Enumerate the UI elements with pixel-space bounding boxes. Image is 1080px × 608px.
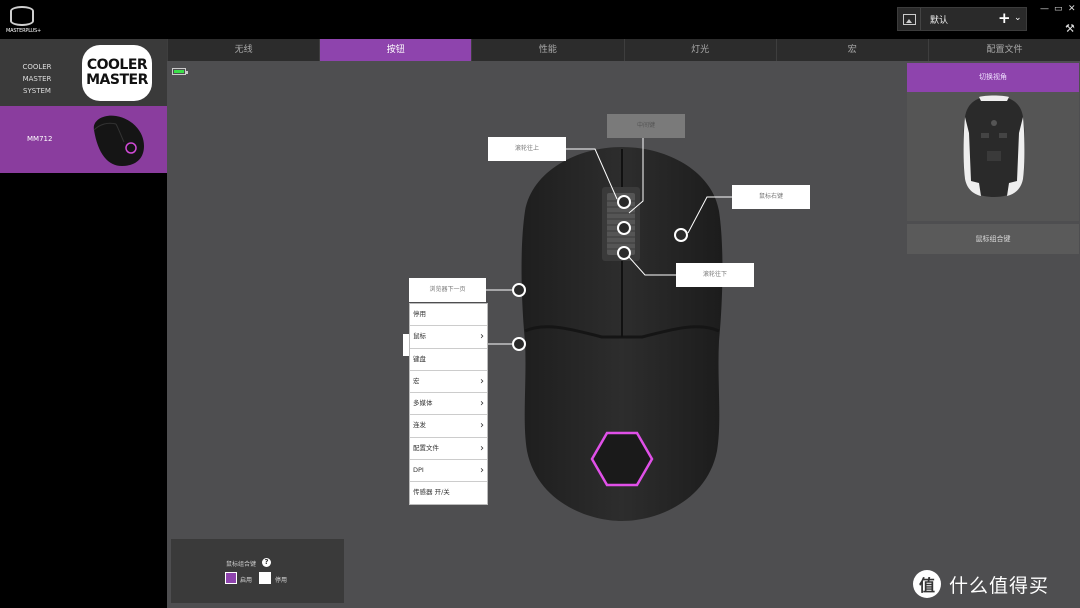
- main-canvas: 滚轮往上 中间键 鼠标右键 滚轮往下 浏览器下一页 停用 鼠标 › 键盘宏 › 多媒体 › 连…: [167, 61, 1080, 608]
- add-profile-button[interactable]: +: [998, 9, 1011, 27]
- menu-item[interactable]: 连发 ›: [410, 415, 487, 438]
- logo-text-line2: MASTER: [86, 72, 148, 88]
- masterplus-logo-icon[interactable]: MASTERPLUS+: [6, 4, 41, 36]
- top-bar: MASTERPLUS+ 默认 + ⌄ — ▭ ✕ ⚒: [0, 0, 1080, 39]
- chevron-right-icon: ›: [480, 331, 484, 343]
- system-label: COOLER MASTER SYSTEM: [12, 61, 62, 97]
- tools-icon[interactable]: ⚒: [1065, 22, 1075, 35]
- callout-scroll-down[interactable]: 滚轮往下: [676, 263, 754, 287]
- menu-item-label: 多媒体: [413, 399, 433, 408]
- menu-item[interactable]: 停用: [410, 304, 487, 327]
- tab-1[interactable]: 按钮: [319, 39, 472, 61]
- profile-selector[interactable]: 默认 + ⌄: [897, 7, 1027, 31]
- callout-right-click[interactable]: 鼠标右键: [732, 185, 810, 209]
- chevron-right-icon: ›: [480, 465, 484, 477]
- menu-item-label: 传感器 开/关: [413, 488, 450, 497]
- callout-scroll-up[interactable]: 滚轮往上: [488, 137, 566, 161]
- button-function-menu: 停用 鼠标 › 键盘宏 › 多媒体 › 连发 › 配置文件 › DPI › 传感器 开/关: [409, 303, 488, 505]
- hotspot-right-click[interactable]: [674, 228, 688, 242]
- menu-item-label: 停用: [413, 310, 426, 318]
- enable-label: 启用: [240, 577, 253, 584]
- chevron-down-icon[interactable]: ⌄: [1014, 13, 1022, 23]
- logo-text-line1: COOLER: [86, 57, 148, 73]
- menu-item[interactable]: 鼠标 ›: [410, 326, 487, 349]
- tab-3[interactable]: 灯光: [623, 39, 776, 61]
- watermark-text: 什么值得买: [949, 574, 1050, 597]
- chevron-right-icon: ›: [480, 375, 484, 387]
- cooler-master-logo: COOLER MASTER: [82, 45, 152, 101]
- chevron-right-icon: ›: [480, 398, 484, 410]
- menu-item-label: 键盘: [413, 354, 426, 363]
- restore-button[interactable]: ▭: [1054, 4, 1063, 14]
- tab-2[interactable]: 性能: [471, 39, 623, 61]
- combo-panel-title: 鼠标组合键: [226, 561, 257, 568]
- menu-item[interactable]: DPI ›: [410, 460, 487, 483]
- menu-item-label: 配置文件: [413, 443, 439, 452]
- hotspot-forward-button[interactable]: [512, 283, 526, 297]
- smzdm-logo-icon: 值: [913, 570, 941, 598]
- hotspot-scroll-up[interactable]: [617, 195, 631, 209]
- profile-name: 默认: [930, 16, 949, 26]
- image-icon: [902, 13, 916, 25]
- tab-5[interactable]: 配置文件: [927, 39, 1080, 61]
- tab-4[interactable]: 宏: [775, 39, 928, 61]
- mouse-combo-button[interactable]: 鼠标组合键: [907, 224, 1079, 254]
- hotspot-back-button[interactable]: [512, 337, 526, 351]
- close-button[interactable]: ✕: [1068, 4, 1076, 14]
- callout-middle-click[interactable]: 中间键: [607, 114, 685, 138]
- tab-0[interactable]: 无线: [167, 39, 319, 61]
- callout-browser-forward[interactable]: 浏览器下一页: [409, 278, 486, 302]
- mouse-bottom-view-image: [963, 95, 1025, 197]
- profile-image-button[interactable]: [898, 8, 921, 30]
- hotspot-middle-click[interactable]: [617, 221, 631, 235]
- system-label-line1: COOLER MASTER: [22, 63, 52, 83]
- sidebar-item-system[interactable]: COOLER MASTER SYSTEM COOLER MASTER: [0, 39, 167, 106]
- combo-key-panel: 鼠标组合键 ? 启用 停用: [171, 539, 344, 603]
- logo-label: MASTERPLUS+: [6, 28, 41, 34]
- chevron-right-icon: ›: [480, 442, 484, 454]
- menu-item[interactable]: 配置文件 ›: [410, 438, 487, 461]
- disable-label: 停用: [275, 577, 288, 584]
- device-label: MM712: [27, 135, 53, 143]
- disable-checkbox[interactable]: [259, 572, 271, 584]
- hotspot-scroll-down[interactable]: [617, 246, 631, 260]
- menu-item[interactable]: 键盘: [410, 349, 487, 371]
- menu-item[interactable]: 传感器 开/关: [410, 482, 487, 503]
- menu-item[interactable]: 宏 ›: [410, 371, 487, 394]
- minimize-button[interactable]: —: [1040, 4, 1049, 14]
- mouse-thumbnail-icon: [93, 115, 144, 166]
- sidebar-item-mm712[interactable]: MM712: [0, 106, 167, 173]
- menu-item[interactable]: 多媒体 ›: [410, 393, 487, 416]
- help-icon[interactable]: ?: [262, 558, 271, 567]
- system-label-line2: SYSTEM: [23, 87, 51, 95]
- menu-item-label: 鼠标: [413, 332, 426, 341]
- enable-checkbox[interactable]: [225, 572, 237, 584]
- switch-view-button[interactable]: 切换视角: [907, 63, 1079, 92]
- watermark: 值 什么值得买: [908, 563, 1080, 605]
- sidebar: COOLER MASTER SYSTEM COOLER MASTER MM712: [0, 39, 167, 608]
- chevron-right-icon: ›: [480, 420, 484, 432]
- menu-item-label: 连发: [413, 421, 426, 430]
- menu-item-label: DPI: [413, 466, 424, 475]
- view-panel: 切换视角: [907, 63, 1079, 221]
- menu-item-label: 宏: [413, 376, 420, 385]
- tab-bar: 无线 按钮 性能 灯光宏配置文件: [167, 39, 1080, 61]
